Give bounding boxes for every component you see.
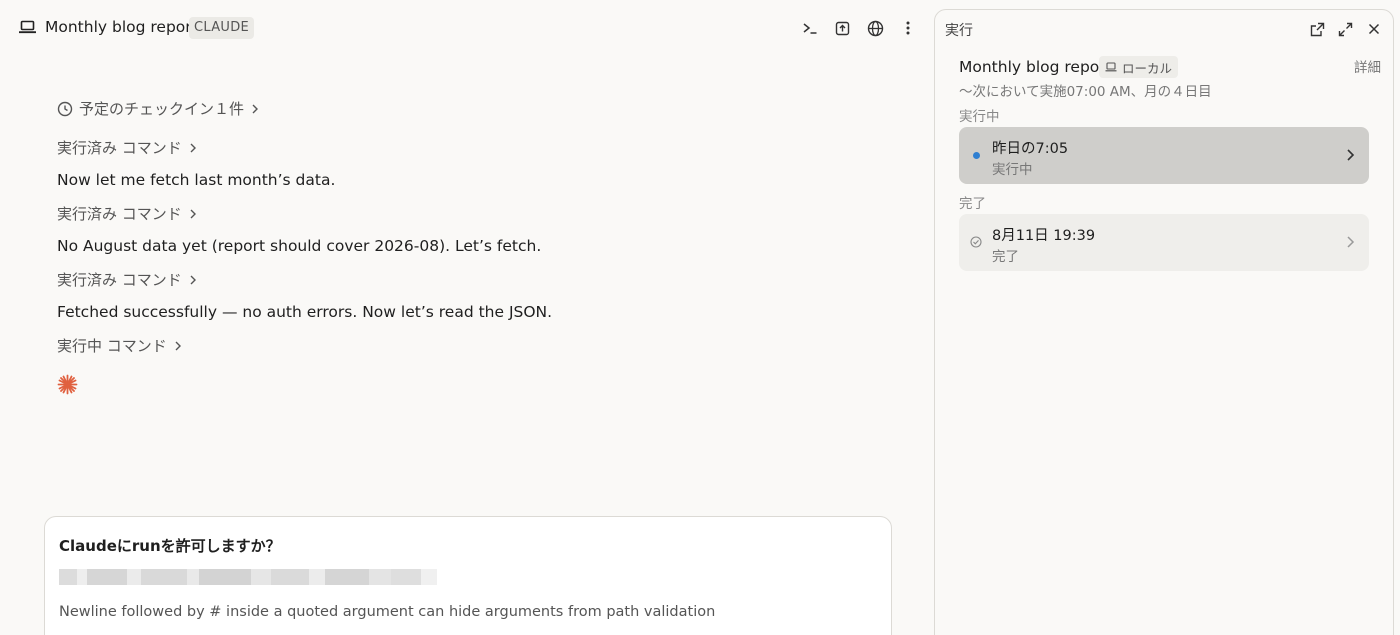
scheduled-checkin[interactable]: 予定のチェックイン１件: [57, 98, 265, 119]
terminal-icon: [803, 23, 817, 34]
upload-box-icon: [835, 21, 849, 35]
chevron-right-icon: [190, 209, 196, 218]
running-section-label: 実行中: [959, 109, 1000, 125]
chevron-right-icon: [190, 143, 196, 152]
chevron-right-icon: [1347, 149, 1355, 161]
page-title: Monthly blog report: [45, 18, 198, 36]
model-badge: CLAUDE: [189, 17, 255, 39]
details-link[interactable]: 詳細: [1354, 56, 1381, 76]
permission-card: Claudeにrunを許可しますか？ Newline followed by #…: [44, 516, 892, 635]
message-text: Fetched successfully — no auth errors. N…: [57, 303, 553, 321]
laptop-icon: [19, 20, 36, 34]
chat-header: Monthly blog report CLAUDE: [0, 0, 930, 56]
command-item[interactable]: 実行済み コマンド: [57, 137, 197, 158]
panel-title: 実行: [945, 23, 973, 39]
chevron-right-icon: [190, 275, 196, 284]
command-item[interactable]: 実行済み コマンド: [57, 269, 197, 290]
running-dot-icon: [973, 152, 980, 159]
more-button[interactable]: [896, 16, 920, 40]
run-item-done[interactable]: 8月11日 19:39 完了: [959, 214, 1369, 271]
message-text: Now let me fetch last month’s data.: [57, 171, 336, 189]
local-badge-label: ローカル: [1122, 60, 1173, 76]
permission-warning: Newline followed by # inside a quoted ar…: [59, 604, 716, 620]
expand-icon: [1338, 22, 1352, 36]
redacted-command: [59, 569, 449, 587]
command-item-running[interactable]: 実行中 コマンド: [57, 335, 182, 356]
run-time: 昨日の7:05: [992, 141, 1069, 157]
laptop-icon: [1105, 62, 1117, 72]
command-label: 実行中 コマンド: [57, 337, 167, 355]
assistant-message: No August data yet (report should cover …: [57, 237, 541, 255]
chevron-right-icon: [1347, 236, 1355, 248]
command-item[interactable]: 実行済み コマンド: [57, 203, 197, 224]
run-item-running[interactable]: 昨日の7:05 実行中: [959, 127, 1369, 184]
terminal-button[interactable]: [798, 16, 822, 40]
local-badge: ローカル: [1099, 56, 1179, 78]
assistant-message: Now let me fetch last month’s data.: [57, 171, 335, 189]
check-circle-icon: [970, 236, 982, 248]
run-status: 完了: [992, 249, 1019, 265]
message-text: No August data yet (report should cover …: [57, 237, 542, 255]
command-label: 実行済み コマンド: [57, 205, 182, 223]
globe-icon: [867, 20, 883, 36]
more-vertical-icon: [906, 21, 910, 35]
command-label: 実行済み コマンド: [57, 139, 182, 157]
clock-icon: [57, 101, 73, 116]
browser-button[interactable]: [863, 16, 887, 40]
open-external-button[interactable]: [1306, 18, 1328, 40]
checkin-label: 予定のチェックイン１件: [79, 100, 245, 118]
schedule-text: 〜次において実施07:00 AM、月の４日目: [959, 84, 1212, 100]
command-label: 実行済み コマンド: [57, 271, 182, 289]
share-button[interactable]: [830, 16, 854, 40]
run-time: 8月11日 19:39: [992, 228, 1096, 244]
external-link-icon: [1310, 22, 1324, 36]
assistant-message: Fetched successfully — no auth errors. N…: [57, 303, 552, 321]
close-panel-button[interactable]: [1363, 18, 1385, 40]
close-icon: [1368, 23, 1380, 35]
chevron-right-icon: [175, 341, 181, 350]
run-status: 実行中: [992, 162, 1033, 178]
done-section-label: 完了: [959, 196, 986, 212]
sparkle-spinner-icon: [57, 374, 78, 395]
chevron-right-icon: [252, 104, 259, 113]
expand-button[interactable]: [1334, 18, 1356, 40]
routine-name: Monthly blog report: [959, 58, 1112, 76]
permission-question: Claudeにrunを許可しますか？: [59, 537, 281, 555]
runs-panel: 実行 Monthly blog report ローカル 詳細 〜次において実施0…: [934, 9, 1394, 635]
